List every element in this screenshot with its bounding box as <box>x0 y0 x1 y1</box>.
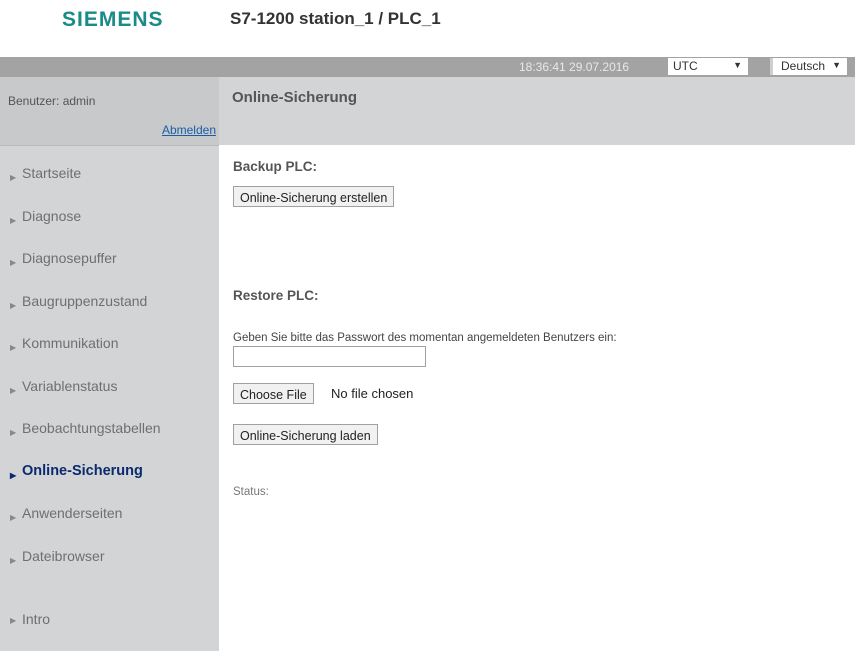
status-label: Status: <box>233 486 269 498</box>
sidebar-item-label: Baugruppenzustand <box>22 292 148 309</box>
sidebar-item-label: Dateibrowser <box>22 547 105 564</box>
sidebar-item-diagnose[interactable]: ▶ Diagnose <box>0 206 219 249</box>
triangle-right-icon: ▶ <box>10 385 17 395</box>
choose-file-button[interactable]: Choose File <box>233 383 314 404</box>
sidebar-item-startseite[interactable]: ▶ Startseite <box>0 163 219 206</box>
timezone-select[interactable]: UTC ▼ <box>668 58 748 75</box>
language-value: Deutsch <box>781 59 826 73</box>
triangle-right-icon: ▶ <box>10 300 17 310</box>
language-select[interactable]: Deutsch ▼ <box>770 58 847 75</box>
triangle-right-icon: ▶ <box>10 173 17 182</box>
sidebar-item-label: Startseite <box>22 165 82 181</box>
main-content: Backup PLC: Online-Sicherung erstellen R… <box>219 145 855 651</box>
dropdown-arrow-icon: ▼ <box>733 60 742 70</box>
sidebar-item-label: Diagnose <box>22 207 82 224</box>
create-backup-button[interactable]: Online-Sicherung erstellen <box>233 186 395 207</box>
sidebar-item-diagnosepuffer[interactable]: ▶ Diagnosepuffer <box>0 248 219 291</box>
sidebar-item-beobachtungstabellen[interactable]: ▶ Beobachtungstabellen <box>0 418 219 461</box>
sidebar: Benutzer: admin Abmelden ▶ Startseite ▶ Dia… <box>0 77 219 651</box>
triangle-right-icon: ▶ <box>10 470 17 480</box>
user-box: Benutzer: admin Abmelden <box>0 77 219 146</box>
triangle-right-icon: ▶ <box>10 616 17 625</box>
header: SIEMENS S7-1200 station_1 / PLC_1 <box>0 0 855 57</box>
load-backup-button[interactable]: Online-Sicherung laden <box>233 424 378 445</box>
triangle-right-icon: ▶ <box>10 513 17 522</box>
sidebar-item-online-sicherung[interactable]: ▶ Online-Sicherung <box>0 461 219 504</box>
dropdown-arrow-icon: ▼ <box>832 60 841 70</box>
sidebar-item-label: Diagnosepuffer <box>22 250 117 266</box>
sidebar-item-intro[interactable]: ▶ Intro <box>10 611 51 627</box>
logout-link[interactable]: Abmelden <box>162 123 216 137</box>
sidebar-item-label: Anwenderseiten <box>22 505 123 521</box>
triangle-right-icon: ▶ <box>10 258 17 267</box>
sidebar-nav: ▶ Startseite ▶ Diagnose ▶ Diagnosepuffer ▶ Baug… <box>0 163 219 588</box>
title-bar: Online-Sicherung <box>219 77 855 145</box>
station-title: S7-1200 station_1 / PLC_1 <box>230 9 441 28</box>
sidebar-item-label: Online-Sicherung <box>22 462 143 479</box>
sidebar-item-baugruppenzustand[interactable]: ▶ Baugruppenzustand <box>0 291 219 334</box>
sidebar-item-label: Beobachtungstabellen <box>22 420 161 436</box>
password-input[interactable] <box>233 346 426 367</box>
sidebar-item-label: Variablenstatus <box>22 377 118 394</box>
sidebar-item-variablenstatus[interactable]: ▶ Variablenstatus <box>0 376 219 419</box>
sidebar-item-anwenderseiten[interactable]: ▶ Anwenderseiten <box>0 503 219 546</box>
siemens-logo: SIEMENS <box>62 8 164 31</box>
sidebar-item-label: Intro <box>22 611 51 627</box>
page-title: Online-Sicherung <box>232 89 358 106</box>
top-status-bar: 18:36:41 29.07.2016 UTC ▼ Deutsch ▼ <box>0 57 855 77</box>
triangle-right-icon: ▶ <box>10 343 17 352</box>
datetime-display: 18:36:41 29.07.2016 <box>519 60 630 74</box>
password-prompt: Geben Sie bitte das Passwort des momenta… <box>233 332 617 344</box>
user-label: Benutzer: admin <box>8 94 96 108</box>
triangle-right-icon: ▶ <box>10 428 17 437</box>
timezone-value: UTC <box>673 59 698 73</box>
sidebar-item-dateibrowser[interactable]: ▶ Dateibrowser <box>0 546 219 589</box>
triangle-right-icon: ▶ <box>10 555 17 565</box>
sidebar-item-kommunikation[interactable]: ▶ Kommunikation <box>0 333 219 376</box>
backup-heading: Backup PLC: <box>233 159 318 174</box>
sidebar-item-label: Kommunikation <box>22 335 119 351</box>
no-file-label: No file chosen <box>331 386 414 401</box>
triangle-right-icon: ▶ <box>10 215 17 225</box>
restore-heading: Restore PLC: <box>233 288 319 303</box>
